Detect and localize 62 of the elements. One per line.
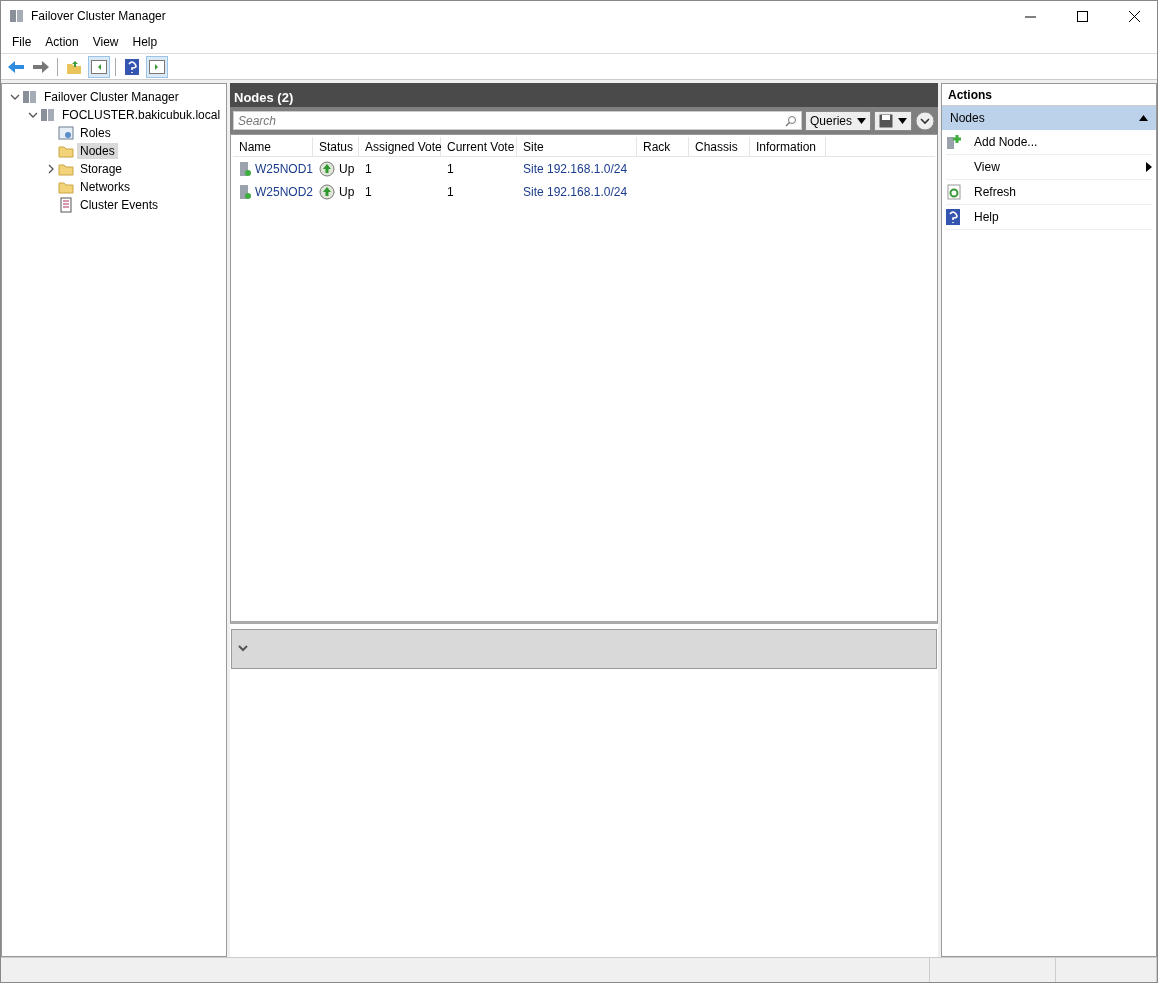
- server-plus-icon: [946, 134, 962, 150]
- menu-item[interactable]: Help: [125, 35, 165, 49]
- show-tree-button[interactable]: [88, 55, 110, 78]
- event-log-icon: [58, 197, 74, 213]
- table-cell-text: Site 192.168.1.0/24: [522, 161, 629, 176]
- table-cell: W25NOD1: [233, 160, 313, 177]
- server-icon: [239, 183, 251, 200]
- menu-item[interactable]: View: [85, 35, 126, 49]
- actions-pane-entry[interactable]: View: [974, 160, 1000, 174]
- folder-icon: [58, 161, 74, 177]
- server-cluster-icon: [9, 8, 25, 24]
- chevron-down-icon[interactable]: [238, 645, 248, 653]
- folder-icon: [58, 179, 74, 195]
- dropdown-triangle-icon: [898, 117, 907, 124]
- column-header[interactable]: Site: [517, 137, 637, 156]
- column-header[interactable]: Rack: [637, 137, 689, 156]
- maximize-icon: [1076, 10, 1088, 22]
- column-header[interactable]: Chassis: [689, 137, 750, 156]
- dropdown-triangle-icon: [857, 117, 866, 124]
- folder-icon: [58, 143, 74, 159]
- tree-item[interactable]: Networks: [77, 179, 133, 195]
- tree-item[interactable]: Nodes: [77, 143, 118, 159]
- chevron-right-icon[interactable]: [46, 164, 56, 174]
- close-icon: [1128, 10, 1140, 22]
- expand-button[interactable]: [915, 110, 935, 131]
- submenu-arrow-icon: [1146, 162, 1152, 172]
- column-header[interactable]: Information: [750, 137, 826, 156]
- table-cell-text: Site 192.168.1.0/24: [522, 184, 629, 199]
- window-title: Failover Cluster Manager: [31, 9, 167, 23]
- table-cell: Up: [313, 160, 359, 177]
- search-field[interactable]: Search: [233, 111, 802, 130]
- column-header[interactable]: Status: [313, 137, 359, 156]
- menu-item[interactable]: File: [5, 35, 39, 49]
- show-actions-button[interactable]: [146, 55, 168, 78]
- table-cell-text: 1: [364, 184, 373, 199]
- server-cluster-icon: [40, 107, 56, 123]
- queries-button[interactable]: Queries: [804, 110, 871, 131]
- column-header[interactable]: Current Vote: [441, 137, 517, 156]
- save-query-button[interactable]: [874, 110, 912, 131]
- table-cell-text: 1: [446, 161, 455, 176]
- tree-item[interactable]: Cluster Events: [77, 197, 162, 213]
- server-cluster-icon: [22, 89, 38, 105]
- actions-pane-entry[interactable]: Add Node...: [974, 135, 1038, 149]
- menu-item[interactable]: Action: [38, 35, 86, 49]
- tree-item[interactable]: FOCLUSTER.bakicubuk.local: [59, 107, 224, 123]
- table-cell-text: 1: [364, 161, 373, 176]
- server-icon: [239, 160, 251, 177]
- tree-item[interactable]: Storage: [77, 161, 126, 177]
- search-icon: [784, 114, 797, 127]
- refresh-icon: [946, 184, 962, 200]
- actions-pane-entry[interactable]: Help: [974, 210, 999, 224]
- table-cell: W25NOD2: [233, 183, 313, 200]
- actions-section-header[interactable]: Nodes: [942, 106, 1156, 130]
- help-icon: [946, 209, 960, 225]
- tree-item[interactable]: Failover Cluster Manager: [41, 89, 182, 105]
- tree-item[interactable]: Roles: [77, 125, 114, 141]
- table-cell: Up: [313, 183, 359, 200]
- pane-title: Nodes (2): [230, 83, 938, 107]
- column-header[interactable]: Name: [233, 137, 313, 156]
- column-header[interactable]: Assigned Vote: [359, 137, 441, 156]
- table-cell-text: 1: [446, 184, 455, 199]
- actions-pane-entry[interactable]: Refresh: [974, 185, 1017, 199]
